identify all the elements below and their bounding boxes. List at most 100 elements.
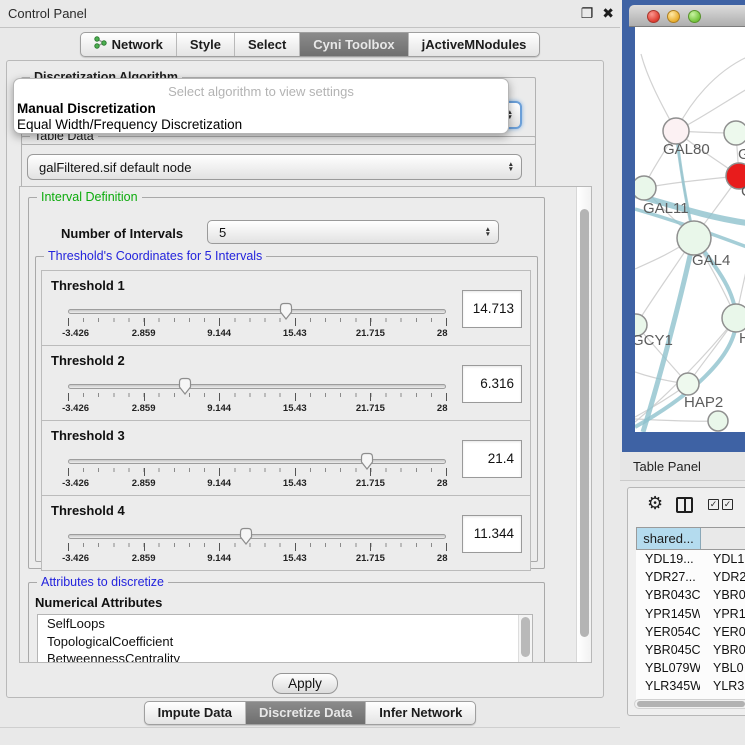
network-node[interactable] [708,411,728,431]
threshold-slider[interactable]: -3.426 2.859 9.144 15.43 21.715 28 [68,376,446,418]
panel-title: Control Panel [8,6,87,21]
column-header-shared-name[interactable]: shared... [637,528,701,549]
attributes-group-title: Attributes to discretize [37,575,168,589]
threshold-label: Threshold 2 [51,353,125,368]
list-item[interactable]: TopologicalCoefficient [38,633,532,651]
network-node[interactable] [722,304,745,332]
network-window-titlebar[interactable] [629,5,745,27]
table-row[interactable]: YDR27...YDR2 [636,568,745,586]
numerical-attributes-list: SelfLoops TopologicalCoefficient Between… [37,614,533,663]
slider-handle[interactable] [237,527,254,546]
attributes-group: Attributes to discretize Numerical Attri… [28,582,545,663]
table-row[interactable]: YLR345WYLR3 [636,677,745,695]
slider-track[interactable] [68,309,446,314]
table-panel: ⚙ ✓ ✓ shared... n YDL19...YDL1 YDR27...Y… [627,487,745,716]
checkbox-icon[interactable]: ✓ [708,499,719,510]
apply-button[interactable]: Apply [272,673,338,694]
option-manual-discretization[interactable]: Manual Discretization [17,101,156,116]
table-row[interactable]: YER054CYER0 [636,623,745,641]
node-label: GAL4 [692,252,730,269]
combo-arrows-icon: ▲▼ [508,162,514,172]
network-canvas[interactable]: GAL80 GA C GAL11 GAL4 GCY1 H HAP2 [635,27,745,432]
gear-icon[interactable]: ⚙ [647,493,663,514]
slider-handle[interactable] [177,377,194,396]
table-horizontal-scrollbar[interactable] [634,699,745,709]
interval-definition-group: Interval Definition Number of Intervals … [28,197,545,569]
network-node[interactable] [677,221,711,255]
network-icon [94,36,107,52]
node-label: GAL80 [663,141,710,158]
threshold-slider[interactable]: -3.426 2.859 9.144 15.43 21.715 28 [68,451,446,493]
node-label: GCY1 [635,332,673,349]
slider-track[interactable] [68,534,446,539]
bottom-divider [0,727,620,728]
checkbox-icon[interactable]: ✓ [722,499,733,510]
minimize-traffic-light-icon[interactable] [667,10,680,23]
network-node[interactable] [677,373,699,395]
node-label: GA [738,146,745,163]
settings-vertical-scrollbar[interactable] [576,187,591,662]
node-label: GAL11 [643,200,689,217]
threshold-slider[interactable]: -3.426 2.859 9.144 15.43 21.715 28 [68,526,446,568]
table-panel-title: Table Panel [633,459,701,474]
table-row[interactable]: YBR045CYBR0 [636,641,745,659]
slider-ticks [68,543,446,551]
slider-handle[interactable] [278,302,295,321]
tab-impute-data[interactable]: Impute Data [145,702,246,724]
number-of-intervals-combo[interactable]: 5 ▲▼ [207,220,499,244]
tab-infer-network[interactable]: Infer Network [366,702,475,724]
table-data-value: galFiltered.sif default node [39,160,191,175]
tab-network-label: Network [112,37,163,52]
list-item[interactable]: BetweennessCentrality [38,650,532,663]
slider-track[interactable] [68,384,446,389]
network-graph: GAL80 GA C GAL11 GAL4 GCY1 H HAP2 [635,27,745,432]
node-label: C [741,183,745,200]
tab-cyni-toolbox[interactable]: Cyni Toolbox [300,33,408,56]
float-window-icon[interactable]: ❐ [581,5,594,21]
tab-select[interactable]: Select [235,33,300,56]
network-node[interactable] [724,121,745,145]
slider-tick-labels: -3.426 2.859 9.144 15.43 21.715 28 [68,553,446,565]
tab-network[interactable]: Network [81,33,177,56]
threshold-value-field[interactable]: 21.4 [462,440,522,478]
column-header-name[interactable]: n [701,528,745,549]
list-item[interactable]: SelfLoops [38,615,532,633]
control-panel: Control Panel ❐ ✖ Network Style [0,0,620,745]
node-attribute-table: shared... n YDL19...YDL1 YDR27...YDR2 YB… [636,527,745,705]
node-label: HAP2 [684,394,723,411]
tab-jactivemnodules[interactable]: jActiveMNodules [409,33,540,56]
option-equal-width-frequency[interactable]: Equal Width/Frequency Discretization [17,117,242,132]
tab-style[interactable]: Style [177,33,235,56]
threshold-value-field[interactable]: 6.316 [462,365,522,403]
threshold-label: Threshold 1 [51,278,125,293]
slider-track[interactable] [68,459,446,464]
tab-discretize-data[interactable]: Discretize Data [246,702,366,724]
table-row[interactable]: YDL19...YDL1 [636,550,745,568]
slider-ticks [68,393,446,401]
close-traffic-light-icon[interactable] [647,10,660,23]
table-data-combo[interactable]: galFiltered.sif default node ▲▼ [27,154,522,180]
threshold-value-field[interactable]: 11.344 [462,515,522,553]
table-header-row: shared... n [636,527,745,550]
interval-definition-title: Interval Definition [37,190,142,204]
numerical-attributes-label: Numerical Attributes [35,595,162,610]
slider-handle[interactable] [358,452,375,471]
table-row[interactable]: YBL079WYBL0 [636,659,745,677]
threshold-row: Threshold 4 -3.426 2.859 9.144 [41,495,531,571]
close-icon[interactable]: ✖ [602,5,614,21]
list-scrollbar[interactable] [518,615,532,663]
table-row[interactable]: YPR145WYPR1 [636,605,745,623]
split-columns-icon[interactable] [676,497,693,513]
network-node[interactable] [635,176,656,200]
slider-tick-labels: -3.426 2.859 9.144 15.43 21.715 28 [68,328,446,340]
table-row[interactable]: YBR043CYBR0 [636,586,745,604]
table-panel-titlebar: Table Panel [620,452,745,481]
algorithm-placeholder: Select algorithm to view settings [14,84,508,99]
threshold-slider[interactable]: -3.426 2.859 9.144 15.43 21.715 28 [68,301,446,343]
table-panel-toolbar: ⚙ ✓ ✓ [628,488,745,524]
control-panel-titlebar: Control Panel ❐ ✖ [0,0,620,28]
threshold-value-field[interactable]: 14.713 [462,290,522,328]
zoom-traffic-light-icon[interactable] [688,10,701,23]
algorithm-dropdown-popup: Select algorithm to view settings Manual… [13,78,509,134]
threshold-label: Threshold 3 [51,428,125,443]
